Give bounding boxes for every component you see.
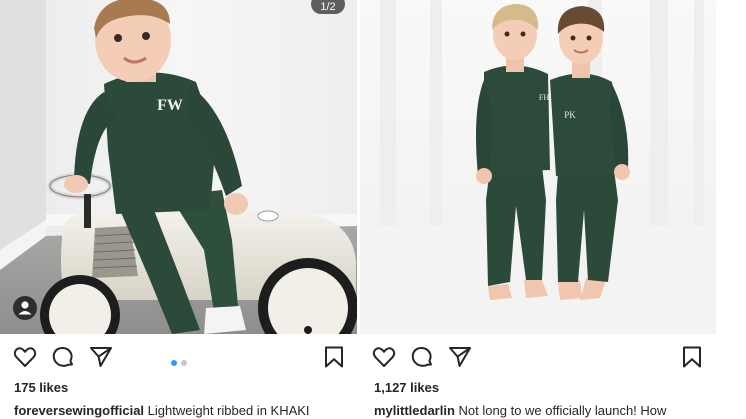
caption-text: Not long to we officially launch! How <box>458 403 667 418</box>
post-mylittledarlin: FH PK 1,127 likes mylittledarlin Not lon… <box>360 0 746 419</box>
comment-icon[interactable] <box>409 344 435 370</box>
carousel-dot-active[interactable] <box>171 360 177 366</box>
post-foreversewingofficial: FW 1/2 175 likes foreversewingofficial L… <box>0 0 357 419</box>
monogram-fh: FH <box>539 93 549 102</box>
caption-text: Lightweight ribbed in KHAKI <box>147 403 310 418</box>
post-caption: mylittledarlin Not long to we officially… <box>374 403 666 419</box>
carousel-dots <box>171 353 191 366</box>
likes-count[interactable]: 175 likes <box>14 380 68 395</box>
carousel-counter: 1/2 <box>311 0 345 14</box>
monogram-pk: PK <box>564 110 576 120</box>
paper-plane-icon[interactable] <box>88 344 114 370</box>
comment-icon[interactable] <box>50 344 76 370</box>
heart-icon[interactable] <box>12 344 38 370</box>
caption-username[interactable]: mylittledarlin <box>374 403 455 418</box>
caption-username[interactable]: foreversewingofficial <box>14 403 144 418</box>
monogram-fw: FW <box>157 97 183 114</box>
carousel-counter-text: 1/2 <box>320 1 336 13</box>
likes-count[interactable]: 1,127 likes <box>374 380 439 395</box>
user-tag-icon[interactable] <box>13 296 37 320</box>
post-action-bar <box>360 344 746 372</box>
post-caption: foreversewingofficial Lightweight ribbed… <box>14 403 310 419</box>
heart-icon[interactable] <box>371 344 397 370</box>
post-photo-two-boys-in-green-outfits[interactable]: FH PK <box>360 0 716 334</box>
bookmark-icon[interactable] <box>321 344 347 370</box>
carousel-dot[interactable] <box>181 360 187 366</box>
bookmark-icon[interactable] <box>679 344 705 370</box>
post-photo-toddler-on-ride-on-car[interactable]: FW <box>0 0 357 334</box>
paper-plane-icon[interactable] <box>447 344 473 370</box>
